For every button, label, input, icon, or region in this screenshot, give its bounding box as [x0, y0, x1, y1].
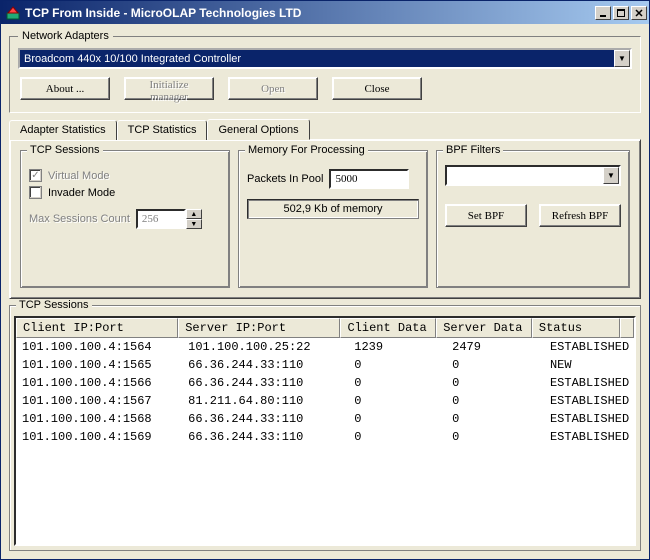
client-area: Network Adapters Broadcom 440x 10/100 In… [1, 24, 649, 559]
network-adapters-group: Network Adapters Broadcom 440x 10/100 In… [9, 30, 641, 113]
about-button[interactable]: About ... [20, 77, 110, 100]
table-row[interactable]: 101.100.100.4:156566.36.244.33:11000NEW [16, 356, 634, 374]
app-icon [5, 5, 21, 21]
set-bpf-button[interactable]: Set BPF [445, 204, 527, 227]
memory-processing-group: Memory For Processing Packets In Pool 50… [238, 150, 428, 288]
chevron-down-icon[interactable]: ▼ [614, 50, 630, 67]
virtual-mode-label: Virtual Mode [48, 170, 110, 182]
cell-server-ip: 66.36.244.33:110 [182, 356, 348, 374]
max-sessions-row: Max Sessions Count 256 ▲ ▼ [29, 209, 221, 229]
col-spacer [620, 318, 634, 338]
checkbox-icon [29, 186, 42, 199]
cell-client-ip: 101.100.100.4:1567 [16, 392, 182, 410]
packets-label: Packets In Pool [247, 173, 323, 185]
cell-client-data: 0 [348, 356, 446, 374]
cell-client-ip: 101.100.100.4:1568 [16, 410, 182, 428]
toolbar-row: About ... Initialize manager Open Close [18, 69, 632, 104]
max-sessions-label: Max Sessions Count [29, 213, 130, 225]
tcp-sessions-frame: TCP Sessions Client IP:Port Server IP:Po… [9, 305, 641, 551]
bpf-filter-dropdown[interactable]: ▼ [445, 165, 621, 186]
refresh-bpf-button[interactable]: Refresh BPF [539, 204, 621, 227]
cell-server-data: 2479 [446, 338, 544, 356]
bpf-button-row: Set BPF Refresh BPF [445, 204, 621, 227]
spin-up-icon: ▲ [186, 209, 202, 219]
cell-server-ip: 81.211.64.80:110 [182, 392, 348, 410]
cell-status: ESTABLISHED [544, 410, 634, 428]
adapter-selected: Broadcom 440x 10/100 Integrated Controll… [24, 53, 241, 65]
cell-server-ip: 101.100.100.25:22 [182, 338, 348, 356]
window-title: TCP From Inside - MicroOLAP Technologies… [25, 6, 593, 20]
bpf-legend: BPF Filters [443, 144, 503, 156]
cell-client-ip: 101.100.100.4:1566 [16, 374, 182, 392]
col-client-ip[interactable]: Client IP:Port [16, 318, 178, 338]
cell-client-ip: 101.100.100.4:1564 [16, 338, 182, 356]
close-adapter-button[interactable]: Close [332, 77, 422, 100]
sessions-listview[interactable]: Client IP:Port Server IP:Port Client Dat… [14, 316, 636, 546]
initialize-manager-button: Initialize manager [124, 77, 214, 100]
table-row[interactable]: 101.100.100.4:1564101.100.100.25:2212392… [16, 338, 634, 356]
cell-status: ESTABLISHED [544, 338, 634, 356]
tab-strip: Adapter Statistics TCP Statistics Genera… [9, 119, 641, 139]
spinner-buttons: ▲ ▼ [186, 209, 202, 229]
open-button: Open [228, 77, 318, 100]
checkbox-icon: ✓ [29, 169, 42, 182]
col-client-data[interactable]: Client Data [340, 318, 436, 338]
memory-status: 502,9 Kb of memory [247, 199, 419, 219]
sessions-legend: TCP Sessions [16, 299, 92, 311]
col-status[interactable]: Status [532, 318, 620, 338]
invader-mode-label: Invader Mode [48, 187, 115, 199]
cell-server-ip: 66.36.244.33:110 [182, 410, 348, 428]
table-row[interactable]: 101.100.100.4:156666.36.244.33:11000ESTA… [16, 374, 634, 392]
cell-server-data: 0 [446, 428, 544, 446]
listview-body: 101.100.100.4:1564101.100.100.25:2212392… [16, 338, 634, 446]
table-row[interactable]: 101.100.100.4:156866.36.244.33:11000ESTA… [16, 410, 634, 428]
packets-in-pool-input[interactable]: 5000 [329, 169, 409, 189]
spin-down-icon: ▼ [186, 219, 202, 229]
cell-status: ESTABLISHED [544, 392, 634, 410]
adapter-dropdown[interactable]: Broadcom 440x 10/100 Integrated Controll… [18, 48, 632, 69]
title-bar: TCP From Inside - MicroOLAP Technologies… [1, 1, 649, 24]
cell-client-data: 0 [348, 428, 446, 446]
chevron-down-icon[interactable]: ▼ [603, 167, 619, 184]
cell-status: NEW [544, 356, 634, 374]
cell-status: ESTABLISHED [544, 428, 634, 446]
tcp-sessions-legend: TCP Sessions [27, 144, 103, 156]
tab-adapter-statistics[interactable]: Adapter Statistics [9, 120, 117, 140]
cell-status: ESTABLISHED [544, 374, 634, 392]
cell-client-data: 0 [348, 392, 446, 410]
tab-general-options[interactable]: General Options [207, 119, 309, 140]
col-server-data[interactable]: Server Data [436, 318, 532, 338]
minimize-button[interactable] [595, 6, 611, 20]
packets-in-pool-row: Packets In Pool 5000 [247, 169, 419, 189]
max-sessions-value: 256 [136, 209, 186, 229]
maximize-button[interactable] [613, 6, 629, 20]
listview-header: Client IP:Port Server IP:Port Client Dat… [16, 318, 634, 338]
tcp-sessions-group: TCP Sessions ✓ Virtual Mode Invader Mode… [20, 150, 230, 288]
network-adapters-legend: Network Adapters [18, 30, 113, 42]
virtual-mode-checkbox: ✓ Virtual Mode [29, 169, 221, 182]
cell-client-data: 1239 [348, 338, 446, 356]
cell-client-ip: 101.100.100.4:1569 [16, 428, 182, 446]
cell-server-data: 0 [446, 356, 544, 374]
cell-server-ip: 66.36.244.33:110 [182, 374, 348, 392]
table-row[interactable]: 101.100.100.4:156966.36.244.33:11000ESTA… [16, 428, 634, 446]
cell-server-ip: 66.36.244.33:110 [182, 428, 348, 446]
cell-client-ip: 101.100.100.4:1565 [16, 356, 182, 374]
memory-legend: Memory For Processing [245, 144, 368, 156]
cell-client-data: 0 [348, 410, 446, 428]
cell-client-data: 0 [348, 374, 446, 392]
general-options-panel: TCP Sessions ✓ Virtual Mode Invader Mode… [9, 139, 641, 299]
invader-mode-checkbox[interactable]: Invader Mode [29, 186, 221, 199]
cell-server-data: 0 [446, 410, 544, 428]
max-sessions-spinner: 256 ▲ ▼ [136, 209, 202, 229]
table-row[interactable]: 101.100.100.4:156781.211.64.80:11000ESTA… [16, 392, 634, 410]
bpf-filters-group: BPF Filters ▼ Set BPF Refresh BPF [436, 150, 630, 288]
cell-server-data: 0 [446, 374, 544, 392]
tab-tcp-statistics[interactable]: TCP Statistics [117, 120, 208, 140]
cell-server-data: 0 [446, 392, 544, 410]
col-server-ip[interactable]: Server IP:Port [178, 318, 340, 338]
close-button[interactable] [631, 6, 647, 20]
